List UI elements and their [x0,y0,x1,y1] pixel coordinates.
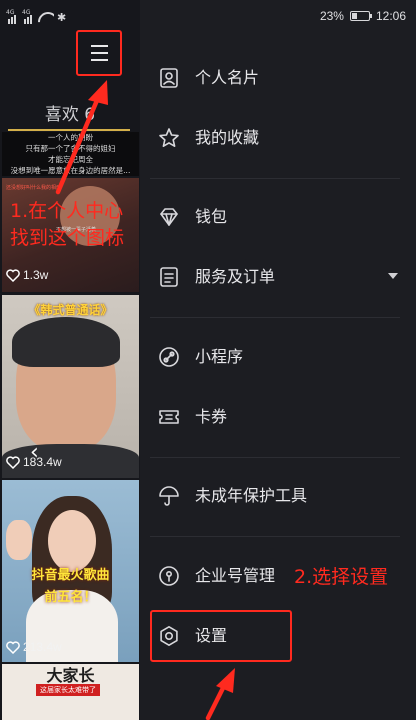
video-subtitle: 这届家长太难带了 [36,684,100,696]
chevron-down-icon[interactable] [388,273,398,279]
caption-line: 一个人的期盼 [48,133,93,142]
battery-percent: 23% [319,9,344,23]
status-bar: 4G 4G ✱ 23% 12:06 [0,0,416,32]
like-count: 1.3w [6,268,48,282]
divider [150,317,400,318]
video-caption: 抖音最火歌曲 [31,568,110,583]
menu-item-business-card[interactable]: 个人名片 [140,58,416,98]
bluetooth-icon: ✱ [57,11,67,24]
coupon-icon [159,410,179,424]
divider [150,178,400,179]
diamond-icon [160,208,178,226]
mini-program-icon [159,347,179,367]
like-count: 213.4w [6,640,62,654]
clock: 12:06 [375,9,406,23]
menu-item-favorites[interactable]: 我的收藏 [140,118,416,158]
profile-panel: 喜欢 6 一个人的期盼 只有那一个了舍不得的姐妇 才能忘记周全 没想到唯一愿意放… [0,0,140,720]
umbrella-icon [159,486,179,506]
video-thumbnail-4[interactable]: 大家长 这届家长太难带了 [2,664,139,720]
caption-line: 只有那一个了舍不得的姐妇 [25,144,116,153]
divider [150,536,400,537]
menu-item-services-orders[interactable]: 服务及订单 [140,257,416,297]
annotation-step1: 1.在个人中心 找到这个图标 [10,200,125,249]
video-stamp: 还没想好叫什么我的相册 [6,185,62,191]
tab-underline [8,129,130,131]
divider [150,457,400,458]
menu-item-minor-protection[interactable]: 未成年保护工具 [140,476,416,516]
hamburger-menu-button[interactable] [76,30,122,76]
likes-tab[interactable]: 喜欢 6 [0,100,140,130]
heart-icon [6,268,20,282]
cell-signal-icon-2: 4G [22,9,35,24]
id-card-icon [160,68,178,88]
caption-line: 才能忘记周全 [48,155,93,164]
menu-item-mini-programs[interactable]: 小程序 [140,337,416,377]
battery-icon [349,11,372,21]
video-thumbnail-2[interactable]: 《韩式普通话》 [2,295,139,478]
video-title: 大家长 [46,666,95,685]
video-thumbnail-caption[interactable]: 一个人的期盼 只有那一个了舍不得的姐妇 才能忘记周全 没想到唯一愿意放在身边的居… [2,132,139,176]
video-thumbnail-3[interactable]: 抖音最火歌曲 前五名！ [2,480,139,662]
menu-item-coupons[interactable]: 卡券 [140,397,416,437]
video-caption: 前五名！ [44,590,97,605]
annotation-step2: 2.选择设置 [294,566,389,588]
order-list-icon [160,267,178,287]
heart-icon [6,455,20,469]
star-icon [159,128,179,147]
wifi-icon [38,12,54,24]
heart-icon [6,640,20,654]
menu-item-wallet[interactable]: 钱包 [140,197,416,237]
caption-line: 没想到唯一愿意放在身边的居然是... [10,166,131,175]
side-drawer: 个人名片 我的收藏 钱包 服务及订单 小程序 卡券 未成年保护工具 企业号管理 … [140,0,416,720]
video-title: 《韩式普通话》 [28,303,113,317]
back-arrow-icon[interactable]: ‹ [30,440,39,465]
settings-highlight-box [150,610,292,662]
menu-icon [90,45,108,47]
network-type-1: 4G [6,9,15,16]
network-type-2: 4G [22,9,31,16]
enterprise-icon [159,566,179,586]
cell-signal-icon: 4G [6,9,19,24]
